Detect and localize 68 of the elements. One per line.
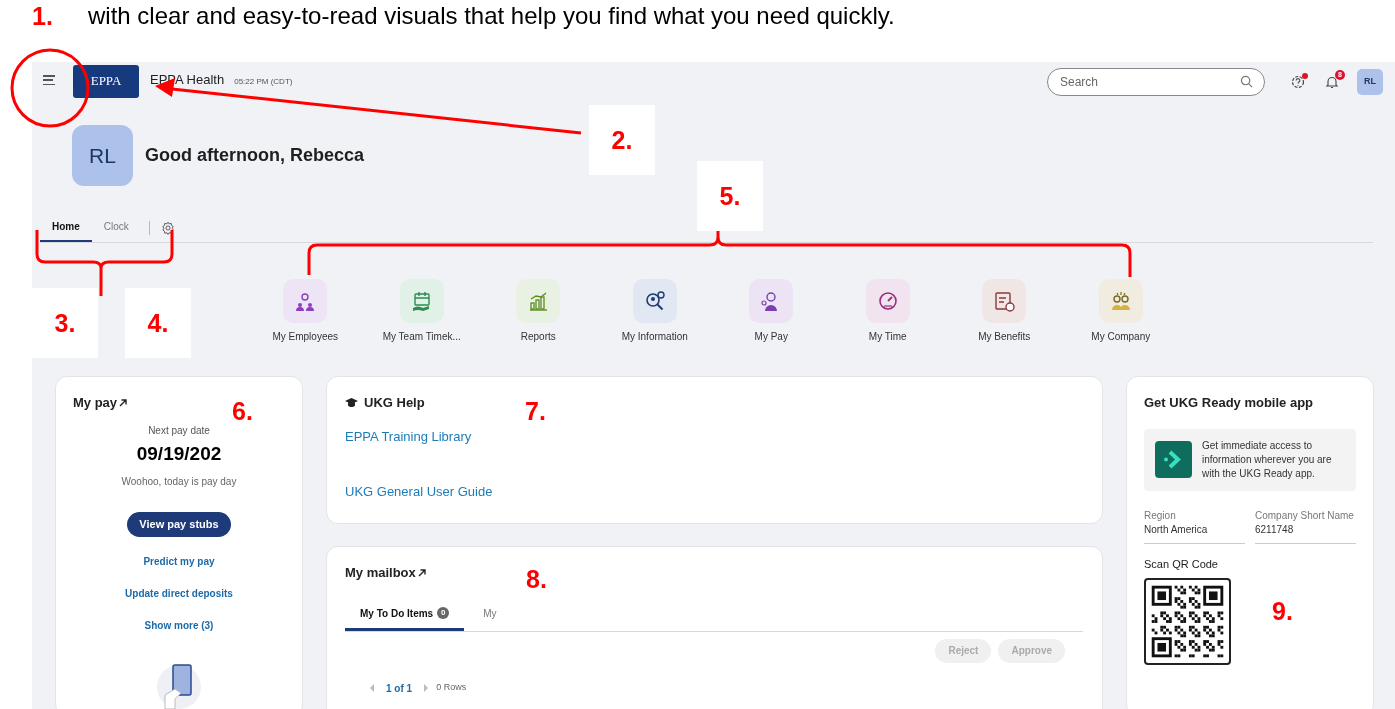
field-value: North America [1144,522,1209,537]
search-icon [1240,75,1253,88]
next-pay-label: Next pay date [148,423,210,438]
card-title: Get UKG Ready mobile app [1144,394,1315,412]
annotation-number: 3. [32,288,98,358]
benefits-shortcut-icon[interactable] [982,279,1027,323]
shortcut-label[interactable]: Reports [520,329,556,344]
field-value: 6211748 [1255,522,1295,537]
company-shortcut-icon[interactable] [1098,279,1143,323]
annotation-number: 9. [1271,596,1294,627]
qr-label: Scan QR Code [1144,556,1219,572]
view-pay-stubs-button[interactable]: View pay stubs [127,512,231,537]
bell-icon[interactable] [1325,75,1339,89]
annotation-number: 8. [525,564,548,595]
row-count: 0 Rows [436,681,467,695]
tab[interactable]: Clock [91,213,141,242]
annotation-number: 1. [31,1,54,32]
annotation-number: 5. [697,161,763,231]
shortcut-label[interactable]: My Information [621,329,688,344]
caption-text: with clear and easy-to-read visuals that help you find what you need quickly. [88,1,895,31]
link[interactable]: Show more (3) [144,618,214,633]
greeting-text: Good afternoon, Rebecca [145,144,365,167]
shortcut-label[interactable]: My Benefits [978,329,1031,344]
annotation-number: 7. [524,396,547,427]
tab[interactable]: Home [40,213,92,242]
link[interactable]: Update direct deposits [125,586,233,601]
annotation-number: 4. [125,288,191,358]
help-icon[interactable] [1291,75,1305,89]
field-label: Region [1144,508,1177,523]
mailbox-tab[interactable]: My [468,598,512,631]
timekeeping-shortcut-icon[interactable] [399,279,444,323]
company-logo[interactable]: EPPA [73,64,139,98]
pay-note: Woohoo, today is pay day [121,475,237,489]
reports-shortcut-icon[interactable] [516,279,561,323]
mailbox-tab[interactable]: My To Do Items 0 [345,598,465,631]
shortcut-label[interactable]: My Employees [272,329,339,344]
page-indicator: 1 of 1 [386,681,413,696]
external-link-icon[interactable] [119,398,128,407]
annotation-number: 2. [589,105,655,175]
count-badge: 0 [437,607,450,619]
field-label: Company Short Name [1255,508,1355,523]
card-title: UKG Help [364,394,425,412]
link[interactable]: Predict my pay [143,554,215,569]
shortcut-label[interactable]: My Pay [754,329,788,344]
user-avatar[interactable]: RL [1357,69,1383,95]
pay-date: 09/19/202 [136,441,222,466]
app-logo-icon [1155,441,1192,478]
employees-shortcut-icon[interactable] [283,279,328,323]
graduation-cap-icon [345,397,358,408]
pay-shortcut-icon[interactable] [749,279,794,323]
shortcut-label[interactable]: My Team Timek... [382,329,461,344]
search-field[interactable]: Search [1047,68,1265,96]
annotation-number: 6. [231,396,254,427]
external-link-icon[interactable] [417,568,426,577]
qr-code[interactable] [1144,578,1231,665]
current-time: 05:22 PM (CDT) [234,75,293,88]
user-avatar: RL [72,125,133,186]
link[interactable]: EPPA Training Library [345,426,472,446]
card-title[interactable]: My mailbox [345,563,416,583]
settings-icon[interactable] [160,220,175,235]
information-shortcut-icon[interactable] [632,279,677,323]
menu-icon[interactable] [43,74,55,86]
shortcut-label[interactable]: My Time [868,329,907,344]
app-promo-text: Get immediate access to information wherever you are with the UKG Ready app. [1202,438,1333,481]
link[interactable]: UKG General User Guide [345,482,493,502]
card-title[interactable]: My pay [73,393,118,413]
shortcut-label[interactable]: My Company [1091,329,1151,344]
time-shortcut-icon[interactable] [865,279,910,323]
